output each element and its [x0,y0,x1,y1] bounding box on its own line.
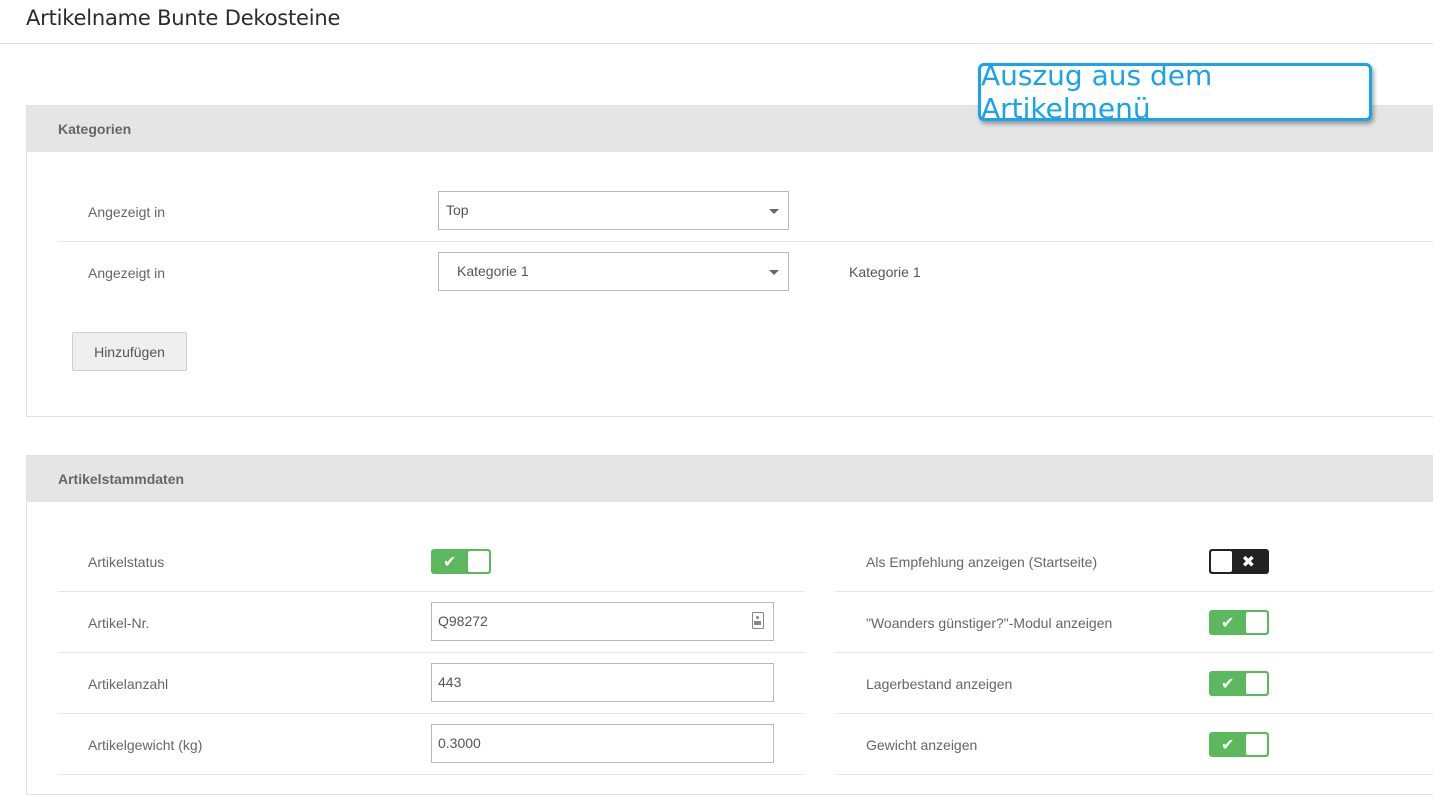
article-weight-label: Artikelgewicht (kg) [88,737,203,753]
article-number-value: Q98272 [438,613,488,629]
show-weight-label: Gewicht anzeigen [866,737,978,753]
row-divider [835,774,1433,775]
check-icon: ✔ [1221,674,1235,693]
add-category-button[interactable]: Hinzufügen [72,332,187,371]
page-header: Artikelname Bunte Dekosteine [0,0,1433,44]
show-recommendation-label: Als Empfehlung anzeigen (Startseite) [866,554,1098,570]
article-weight-value: 0.3000 [438,735,481,751]
toggle-knob [468,551,489,572]
row-divider [58,591,804,592]
id-card-icon[interactable] [752,612,764,629]
callout-annotation: Auszug aus dem Artikelmenü [978,59,1372,125]
toggle-knob [1246,612,1267,633]
chevron-down-icon [769,209,779,214]
row-divider [58,774,804,775]
toggle-knob [1211,551,1232,572]
row-divider [58,652,804,653]
article-status-label: Artikelstatus [88,554,165,570]
master-data-heading: Artikelstammdaten [58,471,185,487]
category-row-label: Angezeigt in [88,265,166,281]
article-weight-field[interactable]: 0.3000 [431,724,774,763]
category-row-label: Angezeigt in [88,204,166,220]
row-divider [58,713,804,714]
category-select-value: Kategorie 1 [457,263,529,279]
toggle-knob [1246,734,1267,755]
row-divider [835,713,1433,714]
cheaper-elsewhere-label: "Woanders günstiger?"-Modul anzeigen [866,615,1113,631]
row-divider [835,591,1433,592]
check-icon: ✔ [1221,613,1235,632]
categories-panel: Kategorien Angezeigt in Top Angezeigt in… [26,105,1433,417]
row-divider [835,652,1433,653]
toggle-knob [1246,673,1267,694]
row-divider [58,241,1433,242]
master-data-panel: Artikelstammdaten Artikelstatus ✔ Artike… [26,455,1433,795]
show-stock-label: Lagerbestand anzeigen [866,676,1013,692]
show-stock-toggle[interactable]: ✔ [1209,671,1269,696]
chevron-down-icon [769,270,779,275]
article-status-toggle[interactable]: ✔ [431,549,491,574]
article-number-label: Artikel-Nr. [88,615,150,631]
article-number-field[interactable]: Q98272 [431,602,774,641]
article-quantity-value: 443 [438,674,462,690]
master-data-panel-header: Artikelstammdaten [27,456,1433,502]
article-quantity-field[interactable]: 443 [431,663,774,702]
article-quantity-label: Artikelanzahl [88,676,169,692]
show-weight-toggle[interactable]: ✔ [1209,732,1269,757]
category-select-kategorie[interactable]: Kategorie 1 [438,252,789,291]
category-select-top[interactable]: Top [438,191,789,230]
cheaper-elsewhere-toggle[interactable]: ✔ [1209,610,1269,635]
categories-heading: Kategorien [58,121,132,137]
check-icon: ✔ [443,552,457,571]
category-select-value: Top [446,202,469,218]
close-icon: ✖ [1241,552,1255,571]
check-icon: ✔ [1221,735,1235,754]
assigned-category-text: Kategorie 1 [849,264,921,280]
page-title: Artikelname Bunte Dekosteine [26,6,341,30]
show-recommendation-toggle[interactable]: ✖ [1209,549,1269,574]
